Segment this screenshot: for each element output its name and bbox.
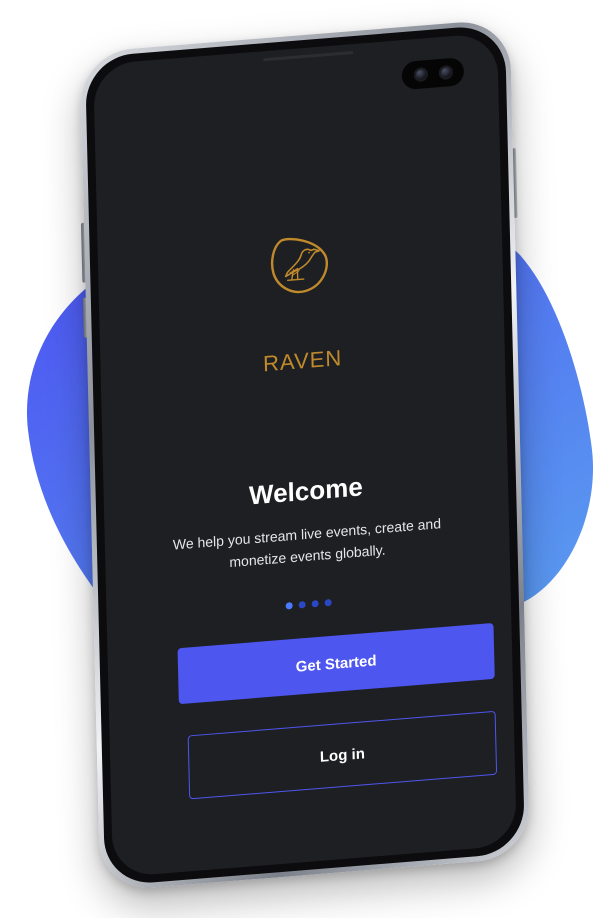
pagination-dots — [107, 585, 511, 624]
get-started-button[interactable]: Get Started — [177, 622, 495, 705]
brand-name: RAVEN — [262, 344, 343, 377]
raven-bird-icon — [270, 237, 328, 294]
camera-lens-icon — [413, 67, 428, 83]
pagination-dot-4[interactable] — [324, 598, 332, 607]
pagination-dot-2[interactable] — [298, 600, 306, 609]
earpiece-speaker — [263, 51, 354, 62]
welcome-subtitle: We help you stream live events, create a… — [172, 515, 442, 571]
front-camera-cutout — [401, 57, 465, 91]
app-screen: RAVEN Welcome We help you stream live ev… — [93, 32, 517, 878]
pagination-dot-1[interactable] — [285, 602, 293, 610]
phone-device: RAVEN Welcome We help you stream live ev… — [79, 18, 531, 892]
camera-lens-icon — [438, 65, 453, 81]
log-in-button[interactable]: Log in — [187, 710, 498, 800]
pagination-dot-3[interactable] — [311, 599, 319, 608]
